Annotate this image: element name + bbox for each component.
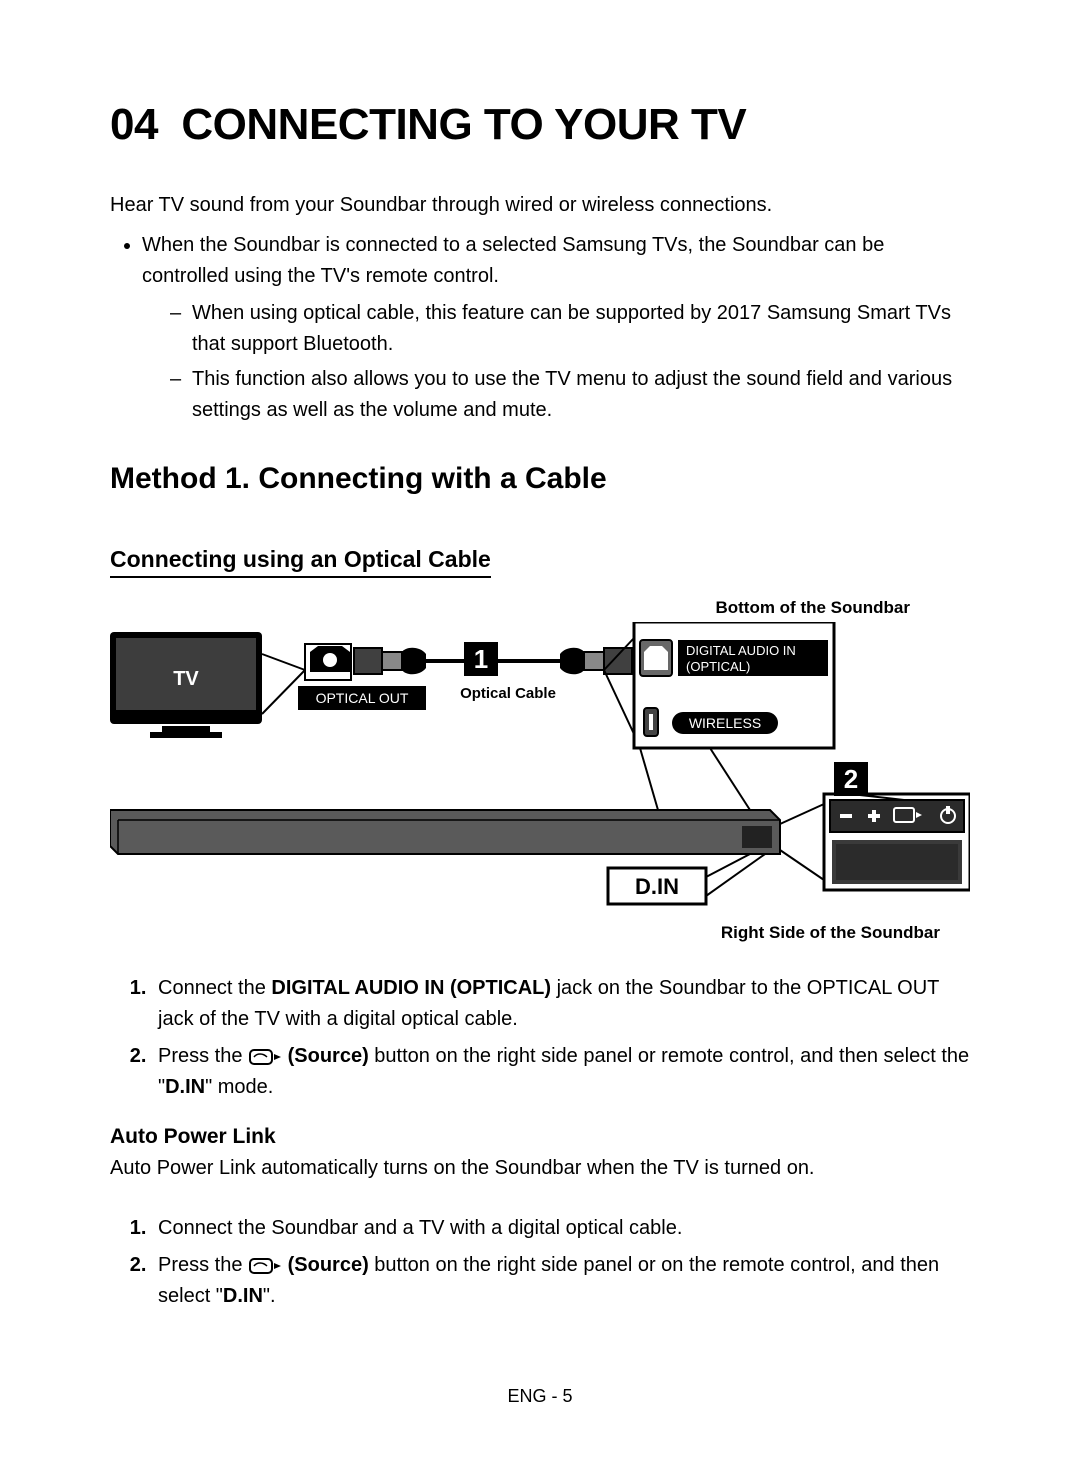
chapter-number: 04 bbox=[110, 100, 158, 149]
feature-heading: Auto Power Link bbox=[110, 1125, 970, 1149]
digital-in-label1: DIGITAL AUDIO IN bbox=[686, 643, 796, 658]
bullet-list: When the Soundbar is connected to a sele… bbox=[110, 230, 970, 426]
list-item: When the Soundbar is connected to a sele… bbox=[142, 230, 970, 426]
method-heading: Method 1. Connecting with a Cable bbox=[110, 462, 970, 496]
din-label: D.IN bbox=[635, 874, 679, 899]
optical-out-label: OPTICAL OUT bbox=[316, 690, 409, 706]
list-item: Press the (Source) button on the right s… bbox=[152, 1041, 970, 1103]
wireless-label: WIRELESS bbox=[689, 715, 761, 731]
diagram-caption-top: Bottom of the Soundbar bbox=[110, 598, 970, 618]
list-item: Connect the Soundbar and a TV with a dig… bbox=[152, 1213, 970, 1244]
steps-list-b: Connect the Soundbar and a TV with a dig… bbox=[110, 1213, 970, 1312]
soundbar-bottom-panel: DIGITAL AUDIO IN (OPTICAL) WIRELESS bbox=[634, 622, 834, 748]
list-item: Connect the DIGITAL AUDIO IN (OPTICAL) j… bbox=[152, 973, 970, 1035]
optical-connector-tv-icon bbox=[305, 644, 351, 680]
bullet-main-text: When the Soundbar is connected to a sele… bbox=[142, 234, 884, 287]
subsection-heading: Connecting using an Optical Cable bbox=[110, 546, 491, 578]
tv-icon: TV bbox=[110, 632, 262, 738]
cable-plug-left-icon bbox=[354, 648, 426, 675]
tv-label: TV bbox=[173, 668, 199, 690]
digital-in-label2: (OPTICAL) bbox=[686, 659, 750, 674]
sub-bullet-list: When using optical cable, this feature c… bbox=[142, 298, 970, 426]
chapter-title-text: CONNECTING TO YOUR TV bbox=[181, 100, 746, 149]
optical-cable-label: Optical Cable bbox=[460, 685, 556, 702]
soundbar-icon bbox=[110, 810, 780, 854]
callout-2: 2 bbox=[844, 764, 858, 794]
volume-down-icon bbox=[840, 814, 852, 818]
source-icon bbox=[249, 1047, 281, 1065]
intro-text: Hear TV sound from your Soundbar through… bbox=[110, 190, 970, 220]
list-item: This function also allows you to use the… bbox=[170, 364, 970, 426]
feature-desc: Auto Power Link automatically turns on t… bbox=[110, 1153, 970, 1183]
steps-list-a: Connect the DIGITAL AUDIO IN (OPTICAL) j… bbox=[110, 973, 970, 1103]
diagram-svg: TV OPTICAL OUT 1 bbox=[110, 622, 970, 912]
display-callout: D.IN bbox=[608, 854, 765, 904]
list-item: Press the (Source) button on the right s… bbox=[152, 1250, 970, 1312]
connection-diagram: Bottom of the Soundbar TV OPTICAL OUT bbox=[110, 598, 970, 943]
source-icon bbox=[249, 1256, 281, 1274]
diagram-caption-bottom: Right Side of the Soundbar bbox=[110, 923, 970, 943]
callout-1: 1 bbox=[474, 644, 488, 674]
soundbar-right-panel bbox=[824, 794, 970, 890]
chapter-title: 04 CONNECTING TO YOUR TV bbox=[110, 100, 970, 150]
list-item: When using optical cable, this feature c… bbox=[170, 298, 970, 360]
page-footer: ENG - 5 bbox=[0, 1386, 1080, 1407]
